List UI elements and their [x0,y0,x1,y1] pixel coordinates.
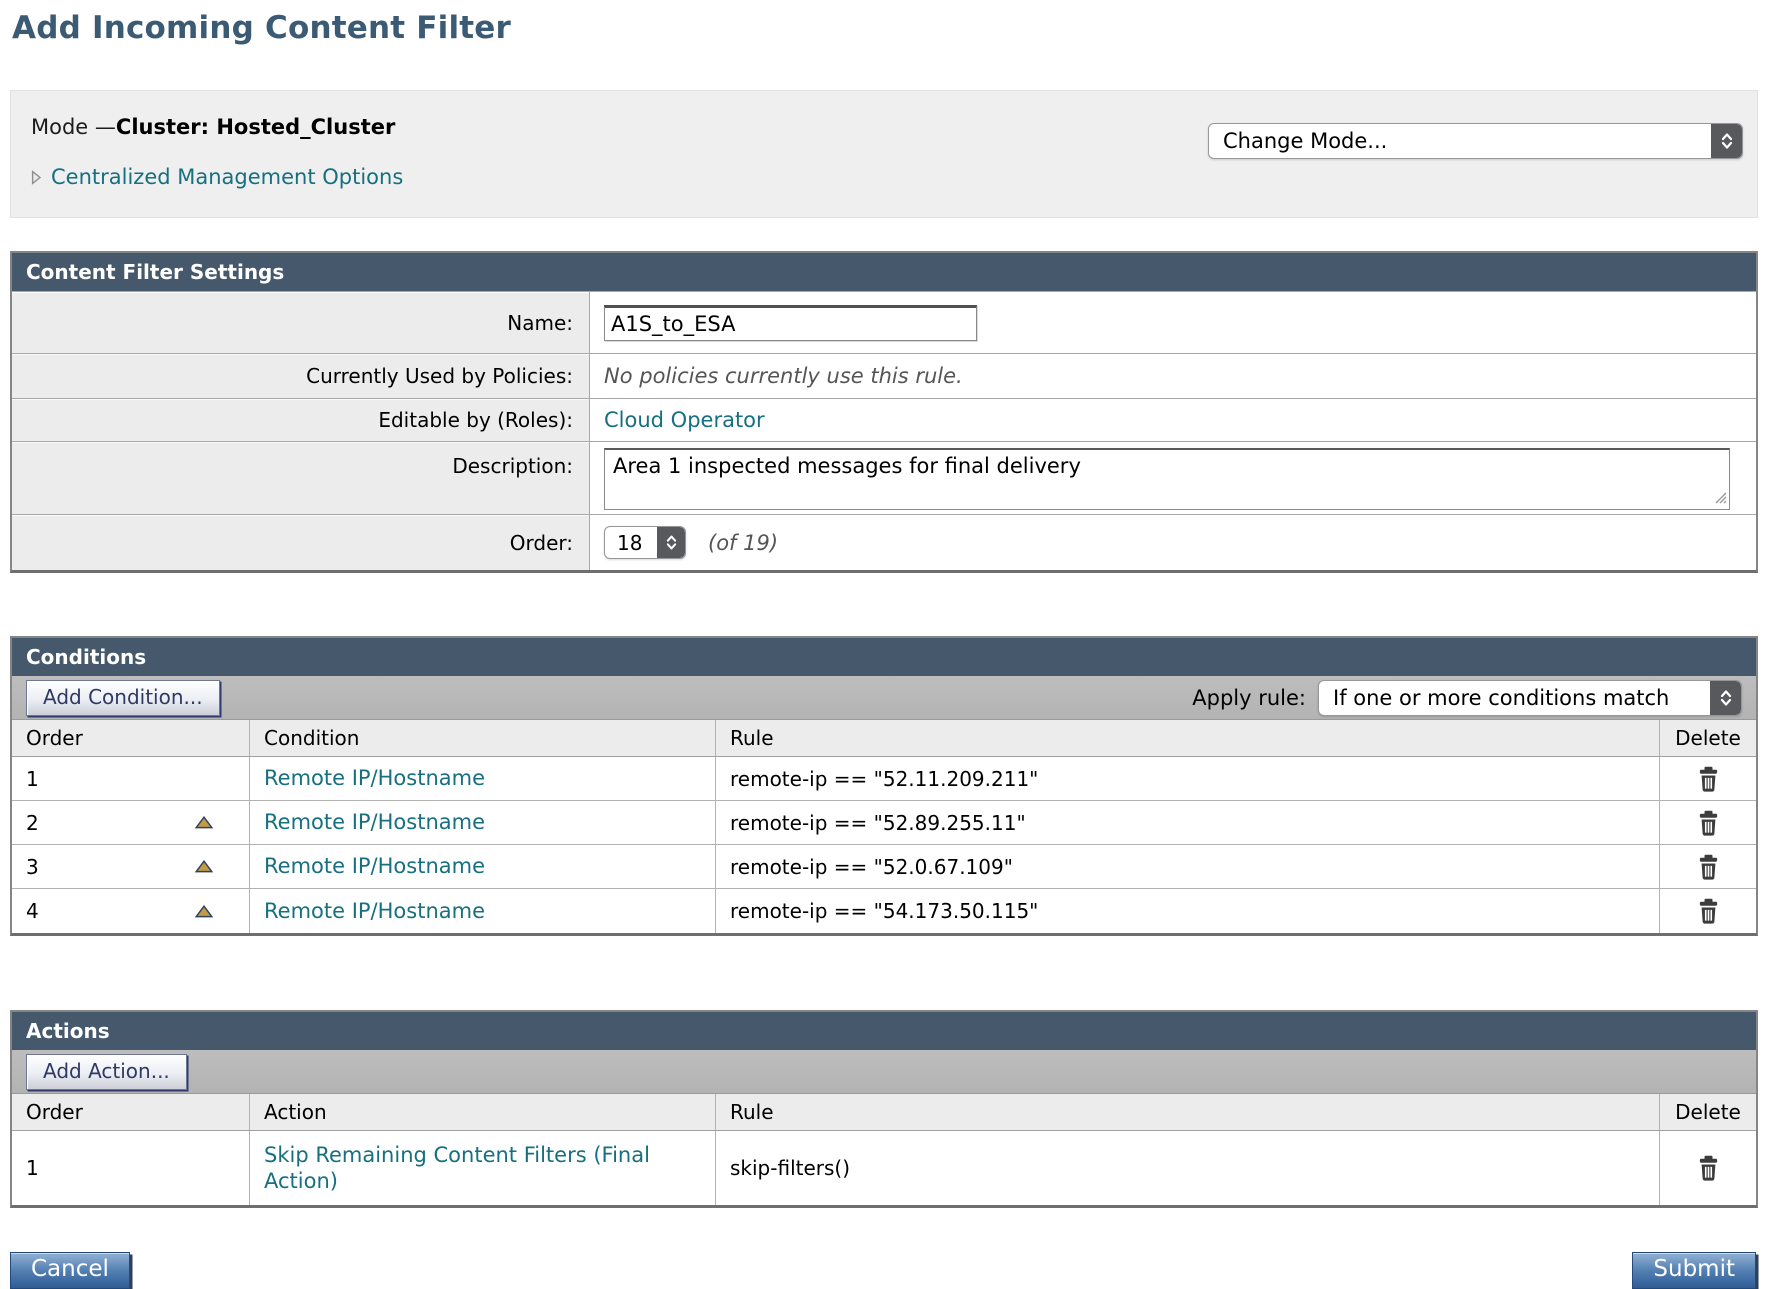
add-condition-button[interactable]: Add Condition... [26,680,220,716]
column-header-condition: Condition [250,720,716,756]
move-up-icon[interactable] [195,905,213,918]
column-header-order: Order [12,1094,250,1130]
action-rule: skip-filters() [730,1156,850,1180]
condition-order: 4 [26,899,39,923]
condition-row: 2 Remote IP/Hostname remote-ip == "52.89… [12,801,1756,845]
condition-link[interactable]: Remote IP/Hostname [264,853,485,879]
actions-header: Actions [12,1012,1756,1050]
condition-link[interactable]: Remote IP/Hostname [264,809,485,835]
mode-value: Cluster: Hosted_Cluster [116,115,395,139]
content-filter-settings-panel: Content Filter Settings Name: Currently … [10,251,1758,573]
editable-row: Editable by (Roles): Cloud Operator [12,398,1756,441]
conditions-panel: Conditions Add Condition... Apply rule: … [10,636,1758,936]
column-header-rule: Rule [716,1094,1660,1130]
column-header-action: Action [250,1094,716,1130]
conditions-toolbar: Add Condition... Apply rule: If one or m… [12,676,1756,720]
centralized-management-link[interactable]: Centralized Management Options [51,165,403,189]
condition-row: 4 Remote IP/Hostname remote-ip == "54.17… [12,889,1756,933]
actions-column-headers: Order Action Rule Delete [12,1094,1756,1131]
apply-rule-label: Apply rule: [1192,686,1306,710]
column-header-rule: Rule [716,720,1660,756]
policies-row: Currently Used by Policies: No policies … [12,353,1756,398]
condition-rule: remote-ip == "54.173.50.115" [730,899,1038,923]
delete-button[interactable] [1695,896,1722,926]
move-up-icon[interactable] [195,816,213,829]
name-label: Name: [12,292,590,353]
move-up-icon[interactable] [195,860,213,873]
delete-button[interactable] [1695,1153,1722,1183]
actions-table-body: 1 Skip Remaining Content Filters (Final … [12,1131,1756,1205]
condition-rule: remote-ip == "52.11.209.211" [730,767,1038,791]
condition-row: 1 Remote IP/Hostname remote-ip == "52.11… [12,757,1756,801]
name-input[interactable] [604,305,977,341]
condition-order: 1 [26,767,39,791]
condition-order: 3 [26,855,39,879]
order-total: (of 19) [708,531,778,555]
submit-button[interactable]: Submit [1632,1252,1756,1289]
policies-label: Currently Used by Policies: [12,354,590,398]
condition-row: 3 Remote IP/Hostname remote-ip == "52.0.… [12,845,1756,889]
disclosure-triangle-icon [31,170,42,185]
order-label: Order: [12,515,590,570]
name-row: Name: [12,291,1756,353]
description-row: Description: Area 1 inspected messages f… [12,441,1756,514]
apply-rule-select[interactable]: If one or more conditions match [1318,680,1742,716]
delete-button[interactable] [1695,808,1722,838]
order-select[interactable]: 18 [604,526,686,559]
change-mode-select-value: Change Mode... [1209,124,1711,158]
condition-rule: remote-ip == "52.89.255.11" [730,811,1026,835]
condition-rule: remote-ip == "52.0.67.109" [730,855,1013,879]
footer: Cancel Submit [10,1252,1758,1289]
column-header-delete: Delete [1660,720,1756,756]
description-textarea[interactable]: Area 1 inspected messages for final deli… [604,448,1730,510]
action-order: 1 [26,1156,39,1180]
order-row: Order: 18 (of 19) [12,514,1756,570]
actions-toolbar: Add Action... [12,1050,1756,1094]
mode-label: Mode — [31,115,116,139]
policies-value: No policies currently use this rule. [604,364,963,388]
action-link[interactable]: Skip Remaining Content Filters (Final Ac… [264,1142,705,1195]
conditions-column-headers: Order Condition Rule Delete [12,720,1756,757]
page: Add Incoming Content Filter Mode —Cluste… [0,0,1770,1289]
up-down-chevrons-icon [1711,124,1742,158]
condition-link[interactable]: Remote IP/Hostname [264,765,485,791]
column-header-order: Order [12,720,250,756]
page-title: Add Incoming Content Filter [10,10,1758,46]
order-select-value: 18 [605,527,657,558]
up-down-chevrons-icon [1710,681,1741,715]
conditions-header: Conditions [12,638,1756,676]
add-action-button[interactable]: Add Action... [26,1054,187,1090]
mode-panel: Mode —Cluster: Hosted_Cluster Change Mod… [10,90,1758,218]
settings-header: Content Filter Settings [12,253,1756,291]
condition-order: 2 [26,811,39,835]
delete-button[interactable] [1695,852,1722,882]
condition-link[interactable]: Remote IP/Hostname [264,898,485,924]
conditions-table-body: 1 Remote IP/Hostname remote-ip == "52.11… [12,757,1756,933]
cancel-button[interactable]: Cancel [10,1252,130,1289]
cloud-operator-link[interactable]: Cloud Operator [604,408,765,432]
column-header-delete: Delete [1660,1094,1756,1130]
change-mode-select[interactable]: Change Mode... [1208,123,1743,159]
description-label: Description: [12,442,590,514]
delete-button[interactable] [1695,764,1722,794]
up-down-chevrons-icon [657,527,685,558]
actions-panel: Actions Add Action... Order Action Rule … [10,1010,1758,1208]
editable-label: Editable by (Roles): [12,399,590,441]
apply-rule-select-value: If one or more conditions match [1319,681,1710,715]
action-row: 1 Skip Remaining Content Filters (Final … [12,1131,1756,1205]
